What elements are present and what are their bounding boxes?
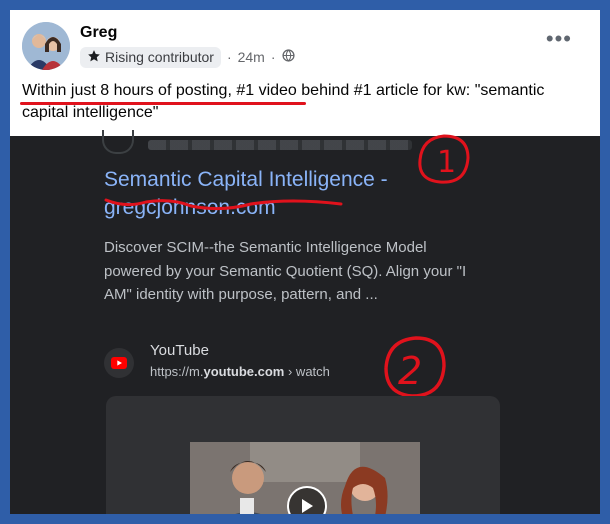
avatar[interactable]	[22, 22, 70, 70]
badge-label: Rising contributor	[105, 49, 214, 65]
site-favicon	[102, 130, 134, 154]
blurred-url	[148, 140, 412, 150]
result-title-link[interactable]: Semantic Capital Intelligence - gregcjoh…	[104, 166, 434, 222]
youtube-icon	[104, 348, 134, 378]
more-options-icon[interactable]: •••	[546, 28, 572, 50]
rising-contributor-badge[interactable]: Rising contributor	[80, 46, 221, 68]
meta-separator: ·	[226, 49, 232, 65]
post-time[interactable]: 24m	[238, 49, 265, 65]
author-name[interactable]: Greg	[80, 24, 117, 42]
svg-text:1: 1	[437, 145, 456, 180]
globe-icon[interactable]	[281, 49, 295, 65]
video-thumbnail[interactable]	[190, 442, 420, 514]
screenshot-frame: Greg Rising contributor · 24m · ••• With…	[10, 10, 600, 514]
post-header: Greg Rising contributor · 24m · ••• With…	[10, 10, 600, 136]
meta-separator: ·	[270, 49, 276, 65]
search-results: Semantic Capital Intelligence - gregcjoh…	[10, 130, 600, 514]
star-icon	[87, 49, 101, 66]
result-snippet: Discover SCIM--the Semantic Intelligence…	[104, 239, 467, 303]
video-source-url: https://m.youtube.com › watch	[150, 364, 330, 379]
post-meta: Rising contributor · 24m ·	[80, 46, 295, 68]
video-source-name: YouTube	[150, 342, 209, 359]
annotation-marker-2: 2	[384, 336, 446, 398]
highlight-underline	[20, 102, 306, 105]
video-card[interactable]	[106, 396, 500, 514]
svg-text:2: 2	[398, 349, 422, 393]
